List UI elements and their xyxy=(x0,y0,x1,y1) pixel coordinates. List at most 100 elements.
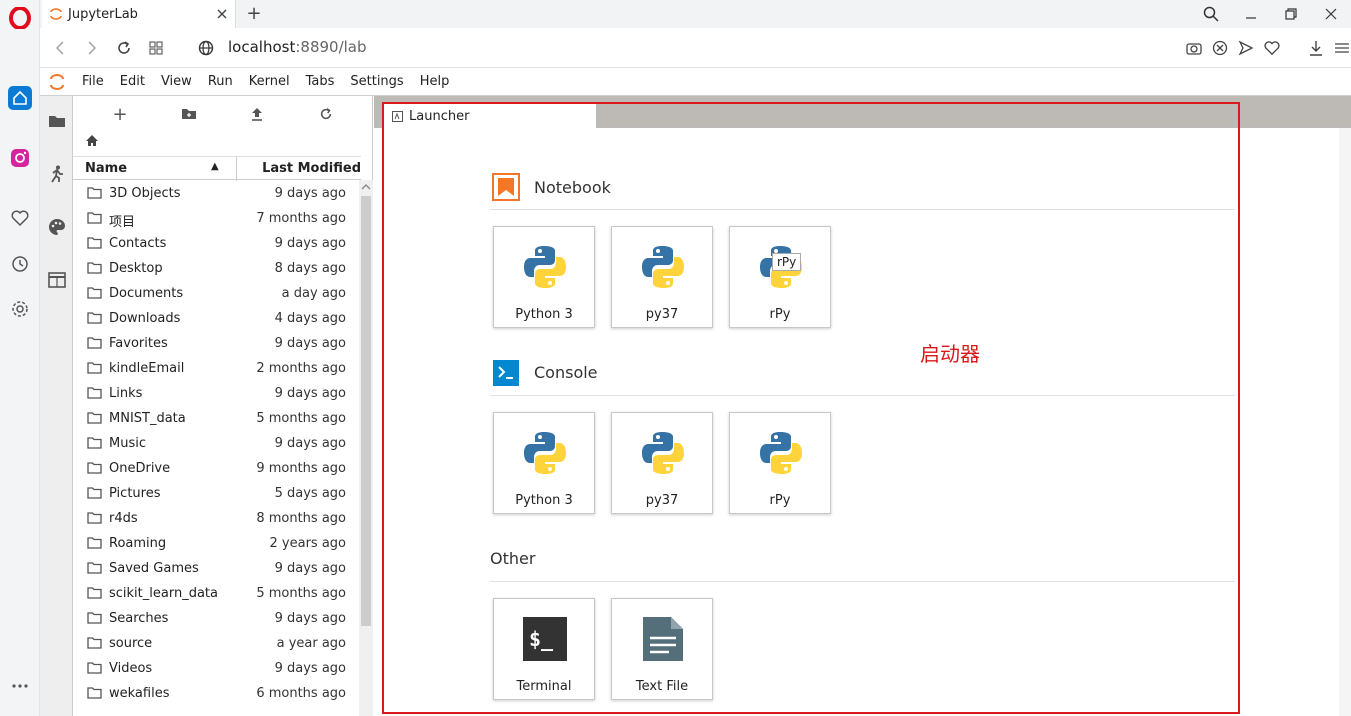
file-row[interactable]: 3D Objects 9 days ago xyxy=(73,182,361,207)
file-row[interactable]: Pictures 5 days ago xyxy=(73,482,361,507)
grid-icon[interactable] xyxy=(146,38,166,58)
bookmark-heart-icon[interactable] xyxy=(1263,38,1281,58)
menu-run[interactable]: Run xyxy=(200,74,241,89)
url-host: localhost xyxy=(228,38,296,56)
python-logo-icon xyxy=(519,241,571,293)
instagram-icon[interactable] xyxy=(8,146,32,170)
menu-settings[interactable]: Settings xyxy=(342,74,411,89)
menu-file[interactable]: File xyxy=(74,74,112,89)
camera-icon[interactable] xyxy=(1185,38,1203,58)
speed-dial-icon[interactable] xyxy=(8,86,32,110)
file-row[interactable]: Downloads 4 days ago xyxy=(73,307,361,332)
easy-setup-icon[interactable] xyxy=(1333,38,1351,58)
file-modified: 5 days ago xyxy=(274,486,346,501)
section-divider xyxy=(490,395,1235,396)
running-icon[interactable] xyxy=(46,163,68,185)
jupyter-favicon-icon xyxy=(50,8,62,20)
file-modified: 2 years ago xyxy=(269,536,346,551)
console-card-rpy[interactable]: rPy xyxy=(729,412,831,514)
menu-kernel[interactable]: Kernel xyxy=(241,74,298,89)
file-row[interactable]: Music 9 days ago xyxy=(73,432,361,457)
file-modified: 9 days ago xyxy=(274,561,346,576)
console-card-python3[interactable]: Python 3 xyxy=(493,412,595,514)
python-logo-icon xyxy=(519,427,571,479)
file-modified: 9 days ago xyxy=(274,236,346,251)
tab-launcher[interactable]: Launcher xyxy=(384,104,596,128)
other-card-terminal[interactable]: $_ Terminal xyxy=(493,598,595,700)
palette-icon[interactable] xyxy=(46,216,68,238)
upload-icon[interactable] xyxy=(247,104,267,124)
download-icon[interactable] xyxy=(1307,38,1325,58)
minimize-icon[interactable] xyxy=(1231,0,1271,28)
restore-icon[interactable] xyxy=(1271,0,1311,28)
file-row[interactable]: source a year ago xyxy=(73,632,361,657)
file-modified: 5 months ago xyxy=(256,411,346,426)
more-icon[interactable] xyxy=(8,674,32,698)
heart-icon[interactable] xyxy=(8,206,32,230)
scrollbar-thumb[interactable] xyxy=(361,196,371,626)
launcher-scrollbar[interactable] xyxy=(1339,128,1351,716)
new-tab-button[interactable]: + xyxy=(244,4,264,24)
console-card-py37[interactable]: py37 xyxy=(611,412,713,514)
home-breadcrumb-icon[interactable] xyxy=(85,134,99,147)
file-row[interactable]: Favorites 9 days ago xyxy=(73,332,361,357)
file-row[interactable]: wekafiles 6 months ago xyxy=(73,682,361,707)
file-name: OneDrive xyxy=(109,461,171,476)
file-row[interactable]: kindleEmail 2 months ago xyxy=(73,357,361,382)
file-row[interactable]: scikit_learn_data 5 months ago xyxy=(73,582,361,607)
file-row[interactable]: Documents a day ago xyxy=(73,282,361,307)
history-icon[interactable] xyxy=(8,252,32,276)
column-last-modified-header[interactable]: Last Modified xyxy=(262,161,361,176)
file-row[interactable]: r4ds 8 months ago xyxy=(73,507,361,532)
other-card-text-file[interactable]: Text File xyxy=(611,598,713,700)
file-name: Contacts xyxy=(109,236,167,251)
tabs-icon[interactable] xyxy=(46,269,68,291)
file-row[interactable]: Videos 9 days ago xyxy=(73,657,361,682)
file-row[interactable]: Searches 9 days ago xyxy=(73,607,361,632)
column-divider[interactable] xyxy=(236,157,237,181)
notebook-card-rpy[interactable]: rPy rPy xyxy=(729,226,831,328)
file-row[interactable]: OneDrive 9 months ago xyxy=(73,457,361,482)
folder-icon[interactable] xyxy=(46,110,68,132)
folder-icon xyxy=(87,212,102,224)
new-launcher-button[interactable]: + xyxy=(110,104,130,125)
browser-tab-jupyterlab[interactable]: JupyterLab xyxy=(42,0,236,28)
folder-icon xyxy=(87,537,102,549)
send-icon[interactable] xyxy=(1237,38,1255,58)
globe-icon xyxy=(196,38,216,58)
search-icon[interactable] xyxy=(1191,0,1231,28)
file-list-scrollbar[interactable] xyxy=(359,180,373,716)
notebook-card-python3[interactable]: Python 3 xyxy=(493,226,595,328)
file-row[interactable]: Contacts 9 days ago xyxy=(73,232,361,257)
file-row[interactable]: Links 9 days ago xyxy=(73,382,361,407)
forward-icon[interactable] xyxy=(82,38,102,58)
refresh-icon[interactable] xyxy=(316,104,336,124)
file-row[interactable]: Desktop 8 days ago xyxy=(73,257,361,282)
reload-icon[interactable] xyxy=(114,38,134,58)
settings-gear-icon[interactable] xyxy=(8,297,32,321)
file-row[interactable]: Saved Games 9 days ago xyxy=(73,557,361,582)
file-name: Links xyxy=(109,386,143,401)
sort-ascending-icon[interactable]: ▲ xyxy=(211,161,219,172)
jupyter-menubar: File Edit View Run Kernel Tabs Settings … xyxy=(40,68,1351,96)
adblock-icon[interactable] xyxy=(1211,38,1229,58)
file-row[interactable]: MNIST_data 5 months ago xyxy=(73,407,361,432)
opera-logo-icon[interactable] xyxy=(8,6,32,30)
menu-help[interactable]: Help xyxy=(412,74,458,89)
close-tab-icon[interactable] xyxy=(217,9,227,19)
scroll-up-icon[interactable] xyxy=(359,180,373,194)
column-name-header[interactable]: Name xyxy=(85,161,127,176)
file-modified: 9 days ago xyxy=(274,436,346,451)
file-row[interactable]: 项目 7 months ago xyxy=(73,207,361,232)
menu-tabs[interactable]: Tabs xyxy=(298,74,343,89)
url-field[interactable]: localhost:8890/lab xyxy=(228,38,367,56)
back-icon[interactable] xyxy=(50,38,70,58)
close-window-icon[interactable] xyxy=(1311,0,1351,28)
card-label: Python 3 xyxy=(515,307,573,322)
menu-edit[interactable]: Edit xyxy=(112,74,153,89)
file-row[interactable]: Roaming 2 years ago xyxy=(73,532,361,557)
notebook-card-py37[interactable]: py37 xyxy=(611,226,713,328)
notebook-section-title: Notebook xyxy=(534,178,611,197)
new-folder-icon[interactable] xyxy=(179,104,199,124)
menu-view[interactable]: View xyxy=(153,74,200,89)
